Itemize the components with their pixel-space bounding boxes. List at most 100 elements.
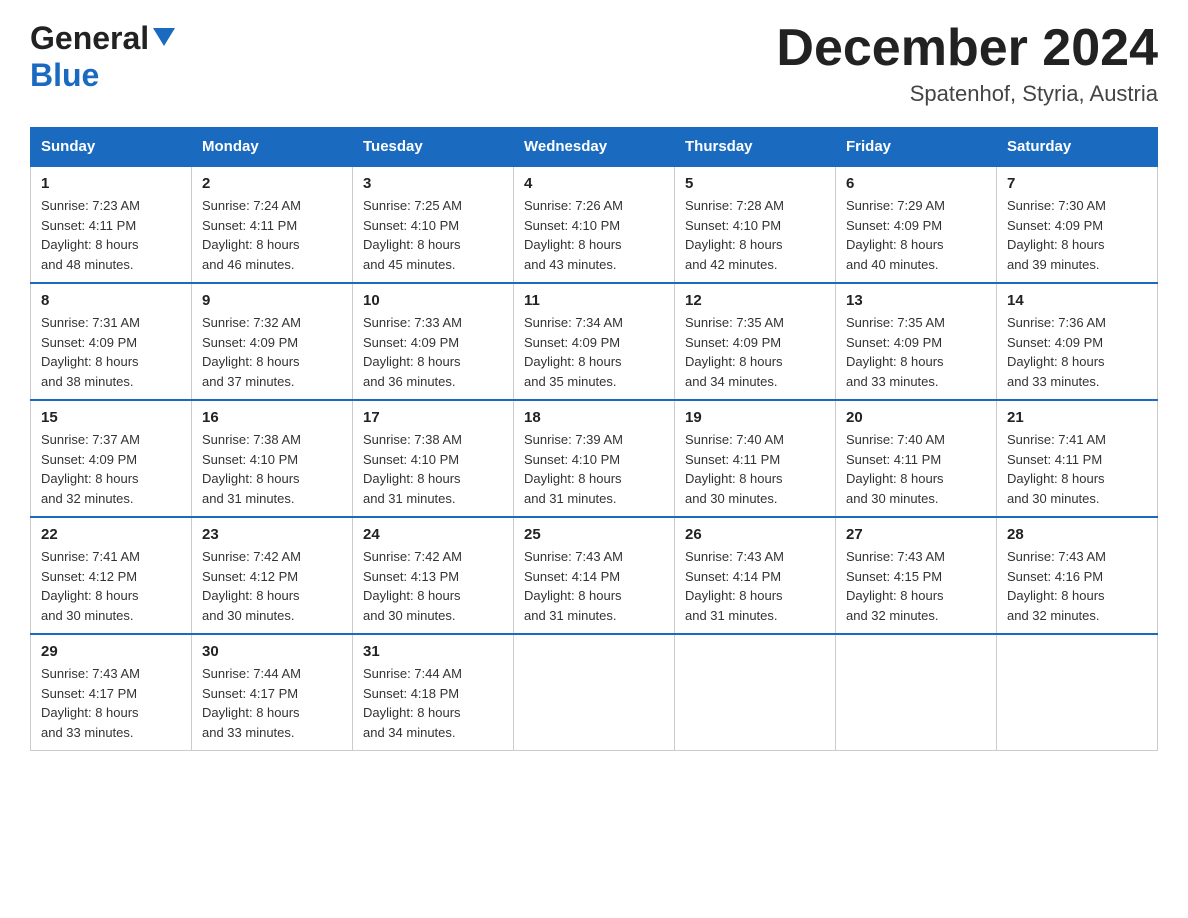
calendar-cell: 11 Sunrise: 7:34 AM Sunset: 4:09 PM Dayl…	[514, 283, 675, 400]
calendar-cell: 6 Sunrise: 7:29 AM Sunset: 4:09 PM Dayli…	[836, 166, 997, 283]
day-info: Sunrise: 7:37 AM Sunset: 4:09 PM Dayligh…	[41, 430, 181, 508]
day-info: Sunrise: 7:23 AM Sunset: 4:11 PM Dayligh…	[41, 196, 181, 274]
day-info: Sunrise: 7:43 AM Sunset: 4:15 PM Dayligh…	[846, 547, 986, 625]
day-info: Sunrise: 7:31 AM Sunset: 4:09 PM Dayligh…	[41, 313, 181, 391]
calendar-cell: 14 Sunrise: 7:36 AM Sunset: 4:09 PM Dayl…	[997, 283, 1158, 400]
logo-blue-text: Blue	[30, 57, 99, 93]
day-info: Sunrise: 7:41 AM Sunset: 4:11 PM Dayligh…	[1007, 430, 1147, 508]
day-number: 24	[363, 526, 503, 543]
day-number: 15	[41, 409, 181, 426]
calendar-cell	[997, 634, 1158, 751]
calendar-cell: 20 Sunrise: 7:40 AM Sunset: 4:11 PM Dayl…	[836, 400, 997, 517]
day-info: Sunrise: 7:25 AM Sunset: 4:10 PM Dayligh…	[363, 196, 503, 274]
day-number: 5	[685, 175, 825, 192]
week-row-5: 29 Sunrise: 7:43 AM Sunset: 4:17 PM Dayl…	[31, 634, 1158, 751]
calendar-cell: 7 Sunrise: 7:30 AM Sunset: 4:09 PM Dayli…	[997, 166, 1158, 283]
week-row-4: 22 Sunrise: 7:41 AM Sunset: 4:12 PM Dayl…	[31, 517, 1158, 634]
calendar-cell: 17 Sunrise: 7:38 AM Sunset: 4:10 PM Dayl…	[353, 400, 514, 517]
day-number: 4	[524, 175, 664, 192]
day-info: Sunrise: 7:42 AM Sunset: 4:12 PM Dayligh…	[202, 547, 342, 625]
day-info: Sunrise: 7:44 AM Sunset: 4:17 PM Dayligh…	[202, 664, 342, 742]
calendar-cell: 16 Sunrise: 7:38 AM Sunset: 4:10 PM Dayl…	[192, 400, 353, 517]
col-thursday: Thursday	[675, 128, 836, 167]
day-info: Sunrise: 7:38 AM Sunset: 4:10 PM Dayligh…	[202, 430, 342, 508]
calendar-cell: 23 Sunrise: 7:42 AM Sunset: 4:12 PM Dayl…	[192, 517, 353, 634]
day-number: 6	[846, 175, 986, 192]
calendar-cell: 24 Sunrise: 7:42 AM Sunset: 4:13 PM Dayl…	[353, 517, 514, 634]
day-info: Sunrise: 7:35 AM Sunset: 4:09 PM Dayligh…	[685, 313, 825, 391]
logo-triangle-icon	[153, 28, 175, 55]
day-number: 12	[685, 292, 825, 309]
calendar-cell: 13 Sunrise: 7:35 AM Sunset: 4:09 PM Dayl…	[836, 283, 997, 400]
day-info: Sunrise: 7:28 AM Sunset: 4:10 PM Dayligh…	[685, 196, 825, 274]
day-info: Sunrise: 7:30 AM Sunset: 4:09 PM Dayligh…	[1007, 196, 1147, 274]
title-section: December 2024 Spatenhof, Styria, Austria	[776, 20, 1158, 107]
day-info: Sunrise: 7:34 AM Sunset: 4:09 PM Dayligh…	[524, 313, 664, 391]
day-number: 14	[1007, 292, 1147, 309]
day-number: 22	[41, 526, 181, 543]
calendar-cell: 18 Sunrise: 7:39 AM Sunset: 4:10 PM Dayl…	[514, 400, 675, 517]
day-info: Sunrise: 7:35 AM Sunset: 4:09 PM Dayligh…	[846, 313, 986, 391]
day-info: Sunrise: 7:33 AM Sunset: 4:09 PM Dayligh…	[363, 313, 503, 391]
day-info: Sunrise: 7:39 AM Sunset: 4:10 PM Dayligh…	[524, 430, 664, 508]
day-number: 8	[41, 292, 181, 309]
day-number: 19	[685, 409, 825, 426]
day-info: Sunrise: 7:24 AM Sunset: 4:11 PM Dayligh…	[202, 196, 342, 274]
day-number: 13	[846, 292, 986, 309]
day-info: Sunrise: 7:29 AM Sunset: 4:09 PM Dayligh…	[846, 196, 986, 274]
calendar-cell	[514, 634, 675, 751]
day-number: 18	[524, 409, 664, 426]
calendar-cell: 3 Sunrise: 7:25 AM Sunset: 4:10 PM Dayli…	[353, 166, 514, 283]
calendar-cell: 5 Sunrise: 7:28 AM Sunset: 4:10 PM Dayli…	[675, 166, 836, 283]
col-monday: Monday	[192, 128, 353, 167]
day-number: 17	[363, 409, 503, 426]
week-row-2: 8 Sunrise: 7:31 AM Sunset: 4:09 PM Dayli…	[31, 283, 1158, 400]
day-number: 27	[846, 526, 986, 543]
day-number: 9	[202, 292, 342, 309]
col-friday: Friday	[836, 128, 997, 167]
week-row-1: 1 Sunrise: 7:23 AM Sunset: 4:11 PM Dayli…	[31, 166, 1158, 283]
day-info: Sunrise: 7:32 AM Sunset: 4:09 PM Dayligh…	[202, 313, 342, 391]
calendar-cell: 9 Sunrise: 7:32 AM Sunset: 4:09 PM Dayli…	[192, 283, 353, 400]
calendar-cell: 31 Sunrise: 7:44 AM Sunset: 4:18 PM Dayl…	[353, 634, 514, 751]
day-number: 23	[202, 526, 342, 543]
calendar-cell: 29 Sunrise: 7:43 AM Sunset: 4:17 PM Dayl…	[31, 634, 192, 751]
day-number: 20	[846, 409, 986, 426]
day-info: Sunrise: 7:36 AM Sunset: 4:09 PM Dayligh…	[1007, 313, 1147, 391]
calendar-cell: 15 Sunrise: 7:37 AM Sunset: 4:09 PM Dayl…	[31, 400, 192, 517]
day-number: 7	[1007, 175, 1147, 192]
calendar-cell: 12 Sunrise: 7:35 AM Sunset: 4:09 PM Dayl…	[675, 283, 836, 400]
calendar-cell	[675, 634, 836, 751]
day-number: 29	[41, 643, 181, 660]
day-info: Sunrise: 7:43 AM Sunset: 4:16 PM Dayligh…	[1007, 547, 1147, 625]
day-number: 21	[1007, 409, 1147, 426]
col-wednesday: Wednesday	[514, 128, 675, 167]
calendar-cell: 27 Sunrise: 7:43 AM Sunset: 4:15 PM Dayl…	[836, 517, 997, 634]
logo: General Blue	[30, 20, 175, 94]
week-row-3: 15 Sunrise: 7:37 AM Sunset: 4:09 PM Dayl…	[31, 400, 1158, 517]
logo-general-text: General	[30, 20, 149, 57]
calendar-cell: 28 Sunrise: 7:43 AM Sunset: 4:16 PM Dayl…	[997, 517, 1158, 634]
day-number: 30	[202, 643, 342, 660]
calendar-cell: 19 Sunrise: 7:40 AM Sunset: 4:11 PM Dayl…	[675, 400, 836, 517]
day-info: Sunrise: 7:40 AM Sunset: 4:11 PM Dayligh…	[685, 430, 825, 508]
calendar-cell: 30 Sunrise: 7:44 AM Sunset: 4:17 PM Dayl…	[192, 634, 353, 751]
calendar-table: Sunday Monday Tuesday Wednesday Thursday…	[30, 127, 1158, 751]
day-info: Sunrise: 7:43 AM Sunset: 4:14 PM Dayligh…	[524, 547, 664, 625]
calendar-cell: 1 Sunrise: 7:23 AM Sunset: 4:11 PM Dayli…	[31, 166, 192, 283]
day-number: 26	[685, 526, 825, 543]
col-saturday: Saturday	[997, 128, 1158, 167]
day-number: 3	[363, 175, 503, 192]
col-sunday: Sunday	[31, 128, 192, 167]
day-number: 2	[202, 175, 342, 192]
day-info: Sunrise: 7:40 AM Sunset: 4:11 PM Dayligh…	[846, 430, 986, 508]
col-tuesday: Tuesday	[353, 128, 514, 167]
day-info: Sunrise: 7:41 AM Sunset: 4:12 PM Dayligh…	[41, 547, 181, 625]
page-header: General Blue December 2024 Spatenhof, St…	[30, 20, 1158, 107]
calendar-cell	[836, 634, 997, 751]
calendar-cell: 22 Sunrise: 7:41 AM Sunset: 4:12 PM Dayl…	[31, 517, 192, 634]
day-number: 1	[41, 175, 181, 192]
day-info: Sunrise: 7:43 AM Sunset: 4:14 PM Dayligh…	[685, 547, 825, 625]
day-info: Sunrise: 7:42 AM Sunset: 4:13 PM Dayligh…	[363, 547, 503, 625]
location-subtitle: Spatenhof, Styria, Austria	[776, 81, 1158, 107]
